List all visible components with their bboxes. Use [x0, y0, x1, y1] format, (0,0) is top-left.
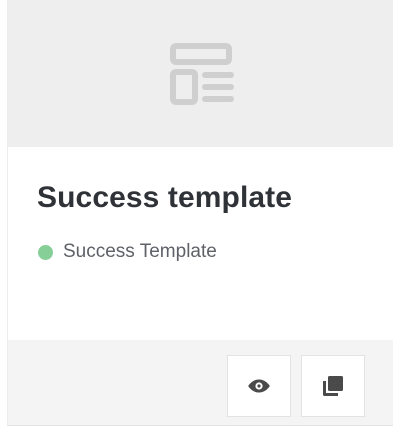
template-thumbnail — [8, 0, 393, 147]
eye-icon — [247, 378, 271, 394]
template-card[interactable]: Success template Success Template — [7, 0, 393, 426]
template-layout-icon — [167, 40, 235, 108]
duplicate-button[interactable] — [301, 355, 365, 417]
status-indicator: Success Template — [38, 241, 217, 263]
status-label: Success Template — [63, 241, 217, 262]
copy-icon — [322, 375, 344, 397]
status-dot — [38, 244, 53, 260]
template-title: Success template — [37, 181, 293, 214]
card-footer — [8, 340, 393, 425]
preview-button[interactable] — [227, 355, 291, 417]
card-body: Success template Success Template — [8, 147, 393, 340]
